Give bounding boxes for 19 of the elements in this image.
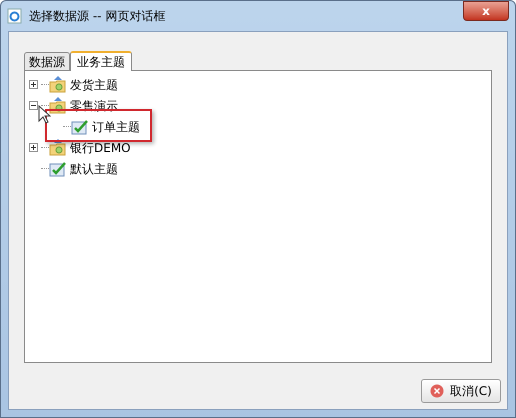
cancel-button[interactable]: 取消(C) [421, 379, 501, 403]
window-title: 选择数据源 -- 网页对话框 [29, 8, 166, 25]
tree-item[interactable]: 订单主题 [92, 118, 140, 136]
tab[interactable]: 业务主题 [70, 51, 132, 71]
checkbox-icon [71, 118, 89, 134]
tree-item[interactable]: 银行DEMO [70, 138, 131, 156]
checkbox-icon [49, 160, 67, 176]
folder-icon [49, 76, 67, 94]
cursor-icon [38, 105, 51, 125]
browser-icon [7, 8, 23, 24]
collapse-toggle[interactable] [29, 101, 38, 110]
expand-toggle[interactable] [29, 143, 38, 152]
close-button[interactable]: x [463, 1, 509, 21]
expand-toggle[interactable] [29, 80, 38, 89]
tab[interactable]: 数据源 [24, 52, 70, 70]
cancel-icon [430, 384, 444, 398]
folder-icon [49, 96, 67, 114]
tree-item[interactable]: 默认主题 [70, 160, 118, 178]
tree-item[interactable]: 发货主题 [70, 76, 118, 94]
